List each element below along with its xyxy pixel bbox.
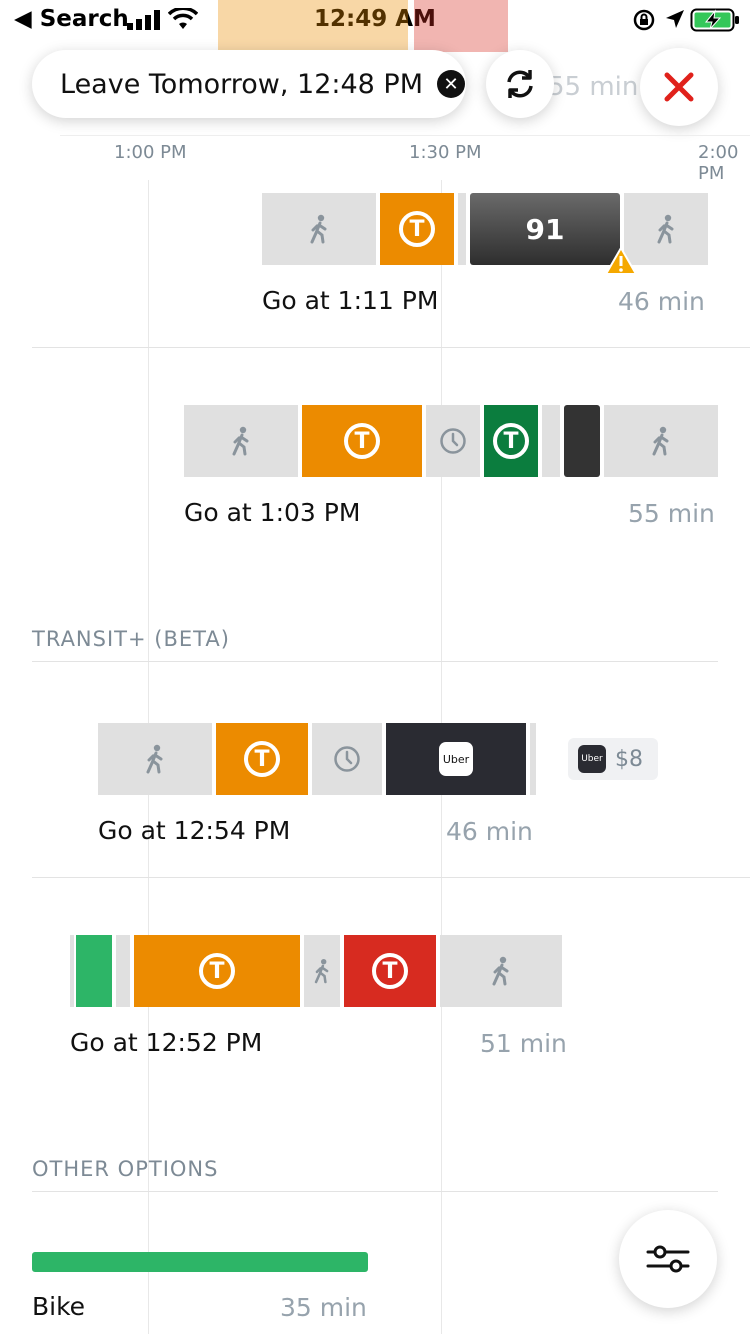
departure-time: Go at 1:03 PM	[184, 498, 361, 527]
close-button[interactable]	[640, 48, 718, 126]
transfer-segment	[70, 935, 74, 1007]
orange-line-segment: T	[380, 193, 454, 265]
walk-segment	[604, 405, 718, 477]
walk-icon	[232, 426, 249, 456]
wifi-icon	[168, 8, 198, 29]
cellular-signal-icon	[127, 10, 160, 30]
bus-segment	[564, 405, 600, 477]
refresh-button[interactable]	[486, 50, 554, 118]
filter-settings-button[interactable]	[619, 1210, 717, 1308]
transfer-segment	[458, 193, 466, 265]
mbta-t-icon: T	[399, 211, 435, 247]
walk-segment	[304, 935, 340, 1007]
orange-line-segment: T	[302, 405, 422, 477]
bus-segment: 91	[470, 193, 620, 265]
bus-route-number: 91	[525, 212, 565, 246]
bike-segment	[76, 935, 112, 1007]
departure-time: Go at 12:52 PM	[70, 1028, 263, 1057]
trip-duration: 55 min	[628, 499, 715, 528]
route-option[interactable]: T T Go at 12:52 PM 51 min	[0, 930, 750, 1090]
mbta-t-icon: T	[199, 953, 235, 989]
transfer-segment	[116, 935, 130, 1007]
mbta-t-icon: T	[244, 741, 280, 777]
trip-duration: 46 min	[618, 287, 705, 316]
axis-divider	[60, 135, 750, 136]
faded-duration: 55 min	[548, 72, 639, 102]
clock-icon	[440, 428, 466, 454]
transfer-segment	[542, 405, 560, 477]
walk-icon	[657, 214, 674, 244]
time-tick: 1:00 PM	[114, 142, 187, 163]
wait-segment	[312, 723, 382, 795]
walk-segment	[262, 193, 376, 265]
bike-label: Bike	[32, 1292, 86, 1321]
battery-charging-icon	[690, 8, 739, 32]
sliders-icon	[646, 1245, 690, 1273]
walk-icon	[314, 958, 329, 984]
section-header-other-options: OTHER OPTIONS	[32, 1157, 219, 1181]
rotation-lock-icon	[633, 9, 655, 31]
red-line-segment: T	[344, 935, 436, 1007]
departure-time: Go at 1:11 PM	[262, 286, 439, 315]
x-circle-icon[interactable]: ✕	[437, 70, 466, 98]
transfer-segment	[530, 723, 536, 795]
mbta-t-icon: T	[493, 423, 529, 459]
leave-time-label: Leave Tomorrow, 12:48 PM	[60, 68, 424, 100]
bike-bar	[32, 1252, 368, 1272]
route-option[interactable]: T 91 Go at 1:11 PM 46 min	[0, 190, 750, 348]
leave-time-selector[interactable]: Leave Tomorrow, 12:48 PM ✕	[32, 50, 466, 118]
time-tick: 1:30 PM	[409, 142, 482, 163]
refresh-icon	[507, 70, 533, 98]
close-icon	[664, 72, 694, 102]
orange-line-segment: T	[134, 935, 300, 1007]
uber-price: $8	[615, 746, 643, 772]
divider	[32, 1191, 718, 1192]
walk-icon	[492, 956, 509, 986]
divider	[32, 661, 718, 662]
faded-route-segment	[218, 0, 408, 52]
departure-time: Go at 12:54 PM	[98, 816, 291, 845]
time-tick: 2:00 PM	[698, 142, 739, 184]
walk-icon	[652, 426, 669, 456]
trip-duration: 46 min	[446, 817, 533, 846]
uber-segment: Uber	[386, 723, 526, 795]
faded-route-segment	[414, 0, 508, 52]
walk-segment	[98, 723, 212, 795]
trip-duration: 35 min	[280, 1293, 367, 1322]
divider	[32, 347, 750, 348]
uber-logo-icon: Uber	[439, 742, 473, 776]
walk-segment	[440, 935, 562, 1007]
location-arrow-icon	[666, 10, 684, 28]
orange-line-segment: T	[216, 723, 308, 795]
mbta-t-icon: T	[344, 423, 380, 459]
walk-segment	[184, 405, 298, 477]
walk-icon	[146, 744, 163, 774]
section-header-transit-plus: TRANSIT+ (BETA)	[32, 627, 230, 651]
mbta-t-icon: T	[372, 953, 408, 989]
walk-icon	[310, 214, 327, 244]
clock-icon	[334, 746, 360, 772]
uber-price-badge: Uber $8	[568, 738, 658, 780]
uber-logo-icon: Uber	[578, 745, 606, 773]
trip-duration: 51 min	[480, 1029, 567, 1058]
divider	[32, 877, 750, 878]
green-line-segment: T	[484, 405, 538, 477]
route-option[interactable]: T T Go at 1:03 PM 55 min	[0, 400, 750, 570]
wait-segment	[426, 405, 480, 477]
warning-icon[interactable]	[605, 246, 637, 276]
